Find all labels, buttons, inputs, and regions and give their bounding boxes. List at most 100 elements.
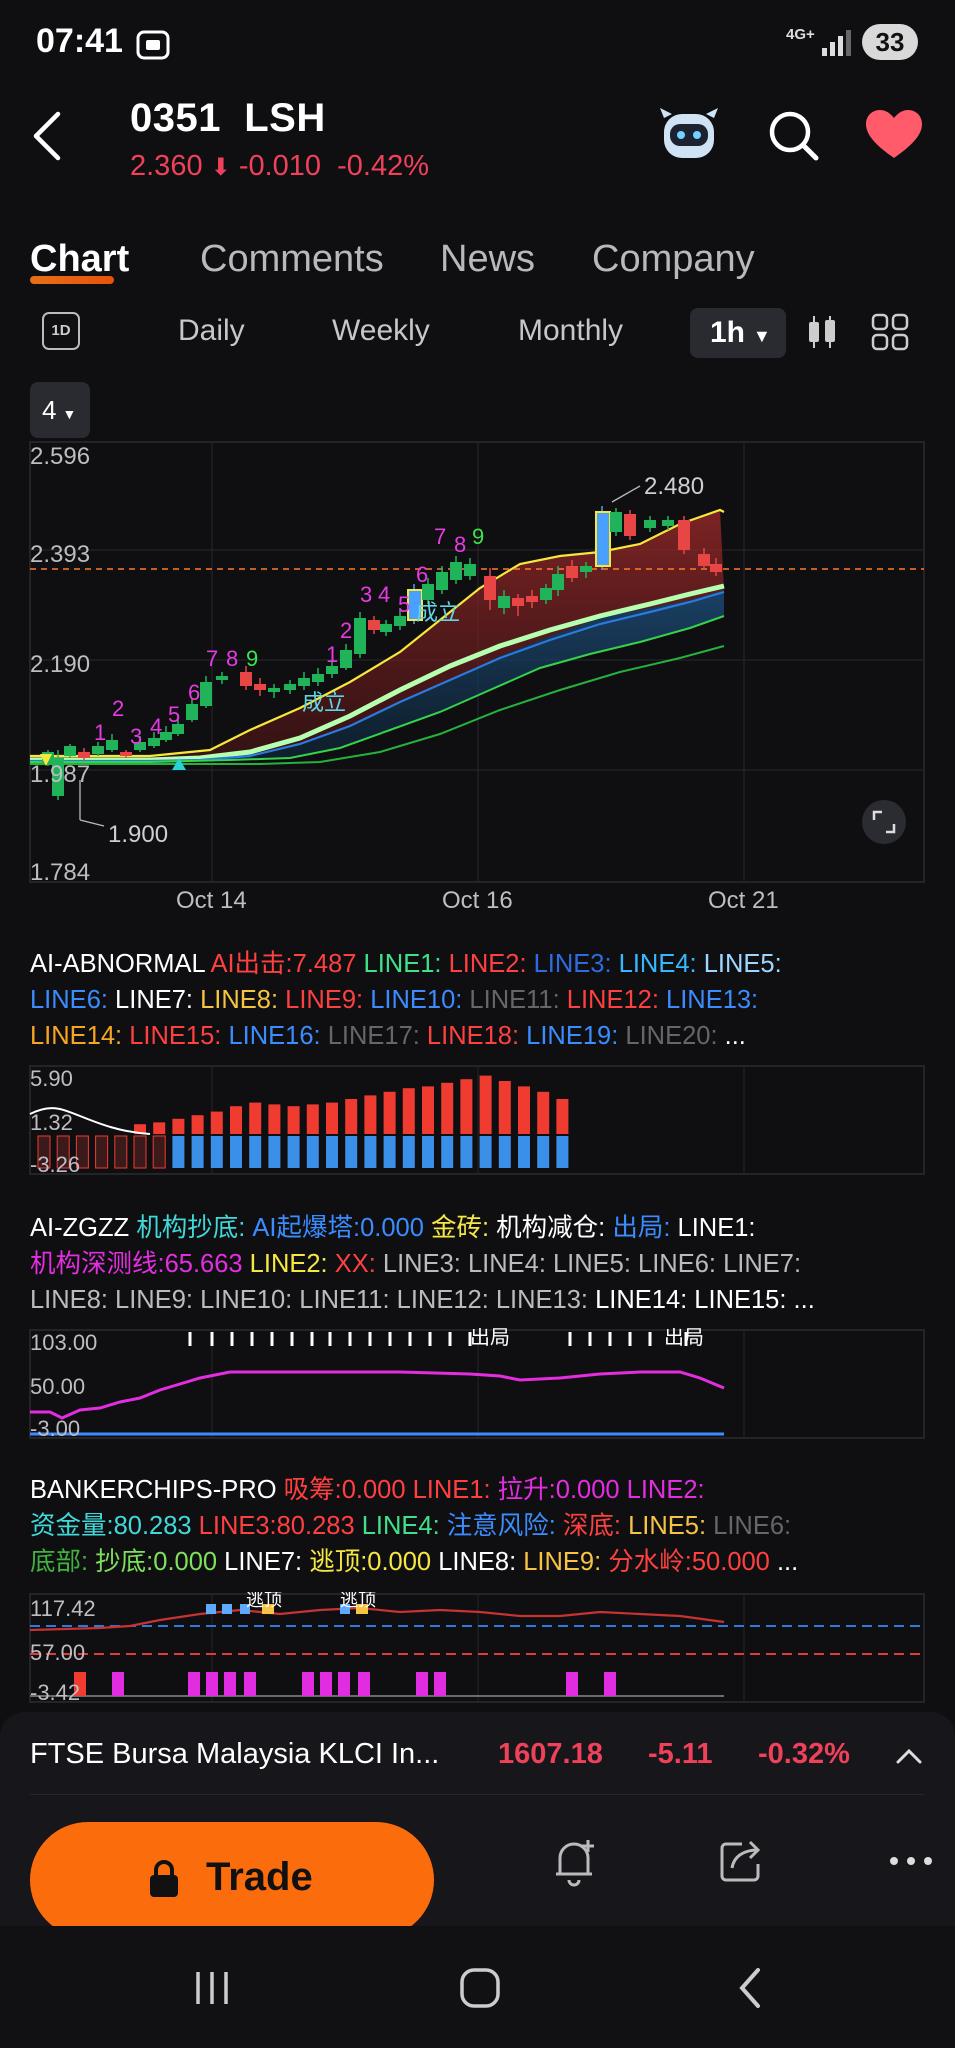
legend-segment: LINE3:80.283 xyxy=(198,1512,355,1540)
candle-body xyxy=(464,564,476,576)
svg-text:5: 5 xyxy=(168,702,180,727)
ind1-panel[interactable]: 5.90 1.32 -3.26 xyxy=(0,1064,955,1176)
ind1-up-bar xyxy=(537,1091,550,1134)
candle-body xyxy=(450,562,462,580)
candlestick-style-icon[interactable] xyxy=(806,312,838,352)
period-1h-label: 1h xyxy=(710,316,746,349)
ind1-down-bar xyxy=(402,1136,415,1168)
legend-segment: LINE7: xyxy=(107,986,194,1014)
candle-body xyxy=(78,752,90,758)
chart-count-selector[interactable]: 4 ▼ xyxy=(30,382,90,438)
y-tick-4: 1.987 xyxy=(30,761,90,788)
legend-segment: LINE6: xyxy=(706,1512,792,1540)
ind1-down-bar xyxy=(249,1136,262,1168)
intraday-1d-icon[interactable]: 1D xyxy=(42,312,80,350)
svg-text:3: 3 xyxy=(360,582,372,607)
ind1-tick-mid: 1.32 xyxy=(30,1110,73,1135)
ind1-down-bar xyxy=(191,1136,204,1168)
recent-apps-icon[interactable] xyxy=(192,1968,236,2008)
ind3-bar xyxy=(434,1672,446,1696)
ind1-up-bar xyxy=(210,1111,223,1134)
robot-assistant-icon[interactable] xyxy=(656,104,722,164)
svg-text:1: 1 xyxy=(94,720,106,745)
chevron-up-icon[interactable] xyxy=(894,1744,924,1768)
legend-segment: LINE9: xyxy=(516,1548,602,1576)
tab-chart[interactable]: Chart xyxy=(30,238,129,281)
index-ticker-name[interactable]: FTSE Bursa Malaysia KLCI In... xyxy=(30,1738,439,1771)
legend-segment: BANKERCHIPS-PRO xyxy=(30,1476,284,1504)
share-icon[interactable] xyxy=(718,1836,766,1886)
price-chart[interactable]: 2.596 2.393 2.190 1.987 1.784 Oct 14 Oct… xyxy=(0,440,955,920)
ind1-down-bar xyxy=(326,1136,338,1168)
ind3-panel[interactable]: 逃顶 逃顶 117.42 57.00 -3.42 xyxy=(0,1592,955,1704)
ind1-down-bar xyxy=(364,1136,377,1168)
ind1-legend-line2: LINE6: LINE7: LINE8: LINE9: LINE10: LINE… xyxy=(30,982,758,1018)
divider xyxy=(30,1794,924,1795)
legend-segment: 抄底:0.000 xyxy=(88,1548,218,1576)
legend-segment: LINE17: xyxy=(320,1022,420,1050)
ind2-legend-line1: AI-ZGZZ 机构抄底: AI起爆塔:0.000 金砖: 机构减仓: 出局: … xyxy=(30,1210,755,1246)
index-change: -5.11 xyxy=(648,1738,713,1770)
ind2-legend-line3: LINE8: LINE9: LINE10: LINE11: LINE12: LI… xyxy=(30,1282,815,1318)
ind3-bar xyxy=(338,1672,350,1696)
ind3-escape-label-2: 逃顶 xyxy=(340,1592,376,1610)
favorite-heart-icon[interactable] xyxy=(864,108,924,162)
fullscreen-button[interactable] xyxy=(862,800,906,844)
ind1-down-bar xyxy=(152,1135,166,1169)
ind1-down-bar xyxy=(537,1136,550,1168)
ind1-up-bar xyxy=(364,1095,377,1134)
period-1h-dropdown[interactable]: 1h ▼ xyxy=(690,308,786,358)
period-monthly[interactable]: Monthly xyxy=(518,314,623,348)
chart-count-label: 4 xyxy=(42,395,57,425)
period-daily[interactable]: Daily xyxy=(178,314,245,348)
candle-body xyxy=(526,596,538,602)
nav-back-icon[interactable] xyxy=(734,1966,768,2010)
legend-segment: 资金量:80.283 xyxy=(30,1512,199,1540)
ind1-up-bar xyxy=(326,1102,338,1134)
svg-text:1: 1 xyxy=(326,642,338,667)
price-change: -0.010 xyxy=(238,150,322,182)
tab-comments[interactable]: Comments xyxy=(200,238,384,281)
layout-grid-icon[interactable] xyxy=(870,312,910,352)
stock-title: 0351 LSH xyxy=(130,96,326,141)
search-icon[interactable] xyxy=(766,108,822,164)
legend-segment: 底部: xyxy=(30,1548,89,1576)
legend-segment: LINE18: xyxy=(419,1022,520,1050)
ind1-up-bar xyxy=(230,1106,242,1134)
ind1-up-bar xyxy=(383,1091,396,1134)
price-alert-bell-icon[interactable] xyxy=(550,1836,598,1888)
period-weekly[interactable]: Weekly xyxy=(332,314,430,348)
tab-company[interactable]: Company xyxy=(592,238,755,281)
trade-button[interactable]: Trade xyxy=(30,1822,434,1938)
candle-body xyxy=(595,511,611,567)
legend-segment: LINE5: xyxy=(621,1512,707,1540)
max-price-label: 2.480 xyxy=(644,473,704,500)
min-price-label: 1.900 xyxy=(108,821,168,848)
ind3-bar xyxy=(320,1672,332,1696)
legend-segment: LINE3: LINE4: LINE5: LINE6: LINE7: xyxy=(375,1250,802,1278)
ind2-exit-label-1: 出局 xyxy=(470,1328,510,1349)
legend-segment: LINE2: xyxy=(249,1250,328,1278)
legend-segment: 机构减仓: xyxy=(489,1214,606,1242)
candle-body xyxy=(624,514,636,536)
home-icon[interactable] xyxy=(458,1966,502,2010)
back-arrow-icon[interactable] xyxy=(28,110,68,162)
candle-body xyxy=(354,618,366,654)
candle-body xyxy=(566,566,578,578)
ind1-up-bar xyxy=(460,1079,473,1134)
tab-news[interactable]: News xyxy=(440,238,535,281)
ind3-legend-line3: 底部: 抄底:0.000 LINE7: 逃顶:0.000 LINE8: LINE… xyxy=(30,1544,798,1580)
svg-text:4: 4 xyxy=(150,714,162,739)
legend-segment: AI起爆塔:0.000 xyxy=(245,1214,431,1242)
ind1-down-bar xyxy=(230,1136,242,1168)
trade-label: Trade xyxy=(206,1855,313,1899)
more-options-icon[interactable] xyxy=(888,1854,934,1868)
candle-body xyxy=(312,674,324,682)
svg-text:5: 5 xyxy=(398,592,410,617)
candle-body xyxy=(380,624,392,632)
ind3-bar xyxy=(244,1672,256,1696)
x-tick-2: Oct 16 xyxy=(442,887,513,914)
legend-segment: AI出击:7.487 xyxy=(210,950,357,978)
ind2-panel[interactable]: 出局 出局 103.00 50.00 -3.00 xyxy=(0,1328,955,1440)
candle-body xyxy=(120,752,132,756)
